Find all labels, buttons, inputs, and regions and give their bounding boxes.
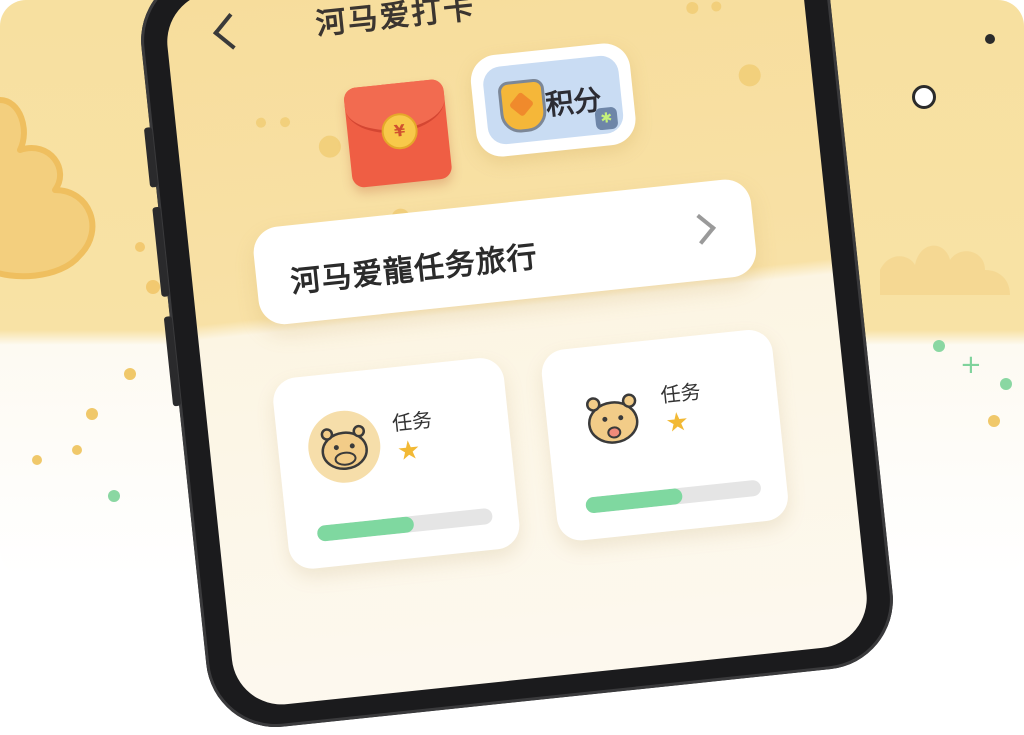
dot-decoration — [710, 0, 722, 12]
sparkle-icon: ✱ — [594, 106, 619, 131]
shield-icon — [497, 77, 549, 135]
hippo-avatar-icon — [573, 379, 652, 458]
banner-title: 河马爱龍任务旅行 — [289, 239, 540, 301]
dot-decoration — [124, 368, 136, 380]
dot-decoration — [279, 116, 291, 128]
dot-decoration — [108, 490, 120, 502]
cloud-decoration-right — [880, 245, 1010, 295]
dot-decoration — [685, 1, 699, 15]
chevron-right-icon — [685, 213, 716, 245]
eye-decoration — [912, 85, 936, 109]
dot-decoration — [86, 408, 98, 420]
dot-decoration — [255, 117, 267, 129]
task-label: 任务 — [390, 407, 434, 436]
phone-device: 河马爱打卡 ¥ 积分 ✱ 河马爱龍任务旅行 任务 ★ 任务 ★ — [134, 0, 900, 734]
app-screen: 河马爱打卡 ¥ 积分 ✱ 河马爱龍任务旅行 任务 ★ 任务 ★ — [162, 0, 872, 710]
task-card[interactable]: 任务 ★ — [270, 355, 522, 571]
star-icon: ★ — [395, 434, 422, 468]
task-label: 任务 — [659, 379, 702, 408]
dot-decoration — [317, 134, 342, 159]
star-icon: ★ — [664, 406, 691, 439]
points-tile: 积分 ✱ — [481, 54, 625, 146]
dot-decoration — [1000, 378, 1012, 390]
dot-decoration — [146, 280, 160, 294]
cloud-decoration-left — [0, 97, 96, 280]
task-travel-banner[interactable]: 河马爱龍任务旅行 — [251, 177, 759, 327]
dot-decoration — [737, 63, 762, 88]
progress-bar — [584, 479, 762, 514]
back-icon[interactable] — [212, 13, 250, 50]
red-packet-icon[interactable]: ¥ — [342, 78, 453, 189]
progress-bar — [316, 507, 494, 543]
dot-decoration — [985, 34, 995, 44]
dot-decoration — [988, 415, 1000, 427]
plus-decoration: + — [960, 350, 982, 380]
dot-decoration — [933, 340, 945, 352]
progress-fill — [316, 515, 415, 543]
task-card[interactable]: 任务 ★ — [539, 327, 791, 543]
hippo-avatar-icon — [304, 407, 384, 487]
dot-decoration — [32, 455, 42, 465]
points-button[interactable]: 积分 ✱ — [468, 40, 639, 160]
dot-decoration — [72, 445, 82, 455]
page-title: 河马爱打卡 — [314, 0, 478, 43]
dot-decoration — [135, 242, 145, 252]
progress-fill — [584, 487, 683, 514]
